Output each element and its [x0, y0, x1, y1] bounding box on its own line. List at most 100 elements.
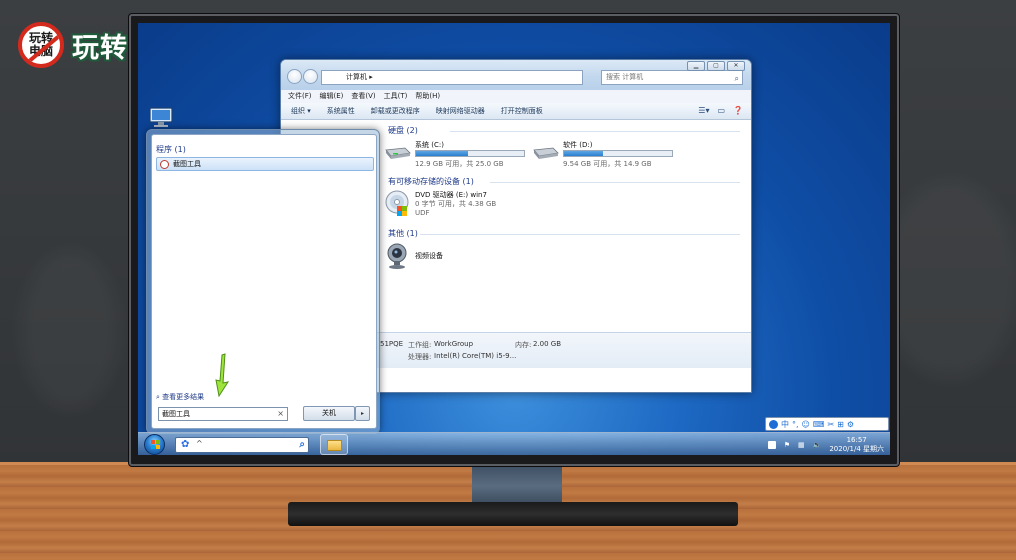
cmd-right-tools: ☰▾ ▭ ❓ — [698, 106, 743, 116]
folder-icon — [327, 440, 342, 451]
search-icon[interactable]: ⌕ — [299, 439, 305, 450]
start-button[interactable] — [144, 434, 165, 455]
computer-desktop-icon[interactable] — [147, 107, 175, 129]
group-divider — [490, 182, 740, 183]
window-controls: ▁ ▢ ✕ — [687, 61, 745, 71]
clock[interactable]: 16:57 2020/1/4 星期六 — [829, 436, 884, 454]
menu-tools[interactable]: 工具(T) — [384, 90, 408, 103]
workgroup-label: 工作组: — [408, 341, 432, 349]
start-menu[interactable]: 程序 (1) 截图工具 ⌕ 查看更多结果 截图工具 × 关机 ▸ — [146, 129, 380, 434]
green-arrow-annotation — [215, 353, 230, 397]
address-bar[interactable]: 计算机 ▸ — [321, 70, 583, 85]
group-divider — [450, 131, 740, 132]
cmd-system-properties[interactable]: 系统属性 — [327, 103, 355, 119]
clear-search-button[interactable]: × — [277, 408, 284, 420]
see-more-results-link[interactable]: ⌕ 查看更多结果 — [156, 392, 204, 402]
tray-network-icon[interactable]: ▦ — [798, 441, 805, 449]
program-item-snipping-tool[interactable]: 截图工具 — [156, 157, 374, 171]
drive-d-name: 软件 (D:) — [563, 141, 593, 149]
cmd-control-panel[interactable]: 打开控制面板 — [501, 103, 543, 119]
scene: 玩转 电脑 玩转电脑 计算机 ▸ 搜索 计算机 ⌕ ▁ ▢ ✕ 文件(F) 编辑… — [0, 0, 1016, 560]
see-more-label: 查看更多结果 — [162, 393, 205, 401]
command-bar: 组织 ▾ 系统属性 卸载或更改程序 映射网络驱动器 打开控制面板 ☰▾ ▭ ❓ — [281, 103, 751, 120]
desktop-screen: 计算机 ▸ 搜索 计算机 ⌕ ▁ ▢ ✕ 文件(F) 编辑(E) 查看(V) 工… — [138, 23, 890, 455]
memory-label: 内存: — [515, 341, 532, 349]
group-other: 其他 (1) — [388, 229, 418, 238]
taskbar: ✿ ^ ⌕ ⚑ ▦ 🔈 16:57 2020/1/4 星期六 — [138, 432, 890, 455]
menu-file[interactable]: 文件(F) — [288, 90, 312, 103]
hard-drive-icon — [533, 147, 559, 159]
drive-d-usage-fill — [564, 151, 603, 156]
group-divider — [420, 234, 740, 235]
address-text: 计算机 — [346, 73, 367, 81]
monitor-stand-neck — [472, 466, 562, 506]
hard-drive-icon — [385, 147, 411, 159]
tray-ime-icon[interactable] — [767, 440, 776, 449]
explorer-titlebar: 计算机 ▸ 搜索 计算机 ⌕ ▁ ▢ ✕ — [281, 60, 751, 90]
menu-view[interactable]: 查看(V) — [351, 90, 375, 103]
drive-c-free: 12.9 GB 可用，共 25.0 GB — [415, 160, 504, 168]
dvd-free: 0 字节 可用，共 4.38 GB — [415, 200, 497, 208]
group-removable: 有可移动存储的设备 (1) — [388, 177, 474, 186]
workgroup-value: WorkGroup — [434, 340, 474, 348]
close-button[interactable]: ✕ — [727, 61, 745, 71]
dvd-drive-icon — [385, 190, 409, 216]
grid-icon[interactable]: ⊞ — [837, 420, 844, 429]
search-caret: ^ — [196, 439, 203, 448]
view-options-icon[interactable]: ☰▾ — [698, 106, 709, 116]
monitor: 计算机 ▸ 搜索 计算机 ⌕ ▁ ▢ ✕ 文件(F) 编辑(E) 查看(V) 工… — [129, 14, 899, 466]
keyboard-icon[interactable]: ⌨ — [813, 420, 825, 429]
start-search-value: 截图工具 — [162, 410, 190, 418]
clock-date: 2020/1/4 星期六 — [829, 444, 884, 453]
explorer-content: 硬盘 (2) 系统 (C:) 12.9 GB 可用，共 25.0 GB 软件 (… — [380, 120, 751, 332]
tray-flag-icon[interactable]: ⚑ — [784, 441, 790, 449]
scissors-icon — [160, 160, 169, 169]
processor-value: Intel(R) Core(TM) i5-9... — [434, 352, 517, 360]
ime-punct-icon[interactable]: °, — [792, 420, 799, 429]
baidu-paw-icon: ✿ — [181, 439, 190, 450]
cmd-map-drive[interactable]: 映射网络驱动器 — [436, 103, 485, 119]
clock-time: 16:57 — [846, 435, 867, 444]
preview-pane-icon[interactable]: ▭ — [717, 106, 725, 116]
tray-volume-icon[interactable]: 🔈 — [813, 441, 822, 449]
start-search-input[interactable]: 截图工具 × — [158, 407, 288, 421]
search-icon[interactable]: ⌕ — [735, 72, 739, 85]
system-tray: ⚑ ▦ 🔈 16:57 2020/1/4 星期六 — [767, 433, 884, 455]
ime-toolbar[interactable]: 中 °, ☺ ⌨ ✂ ⊞ ⚙ — [765, 417, 889, 431]
explorer-search-placeholder: 搜索 计算机 — [606, 73, 644, 81]
cmd-organize[interactable]: 组织 ▾ — [291, 103, 311, 119]
drive-d-free: 9.54 GB 可用，共 14.9 GB — [563, 160, 652, 168]
drive-d-usage-bar — [563, 150, 673, 157]
shutdown-button[interactable]: 关机 — [303, 406, 355, 421]
explorer-search-input[interactable]: 搜索 计算机 ⌕ — [601, 70, 743, 85]
drive-c-usage-bar — [415, 150, 525, 157]
camera-name: 视频设备 — [415, 252, 443, 260]
forward-button[interactable] — [303, 69, 318, 84]
drive-c-name: 系统 (C:) — [415, 141, 444, 149]
ime-lang[interactable]: 中 — [781, 419, 789, 430]
help-icon[interactable]: ❓ — [733, 106, 743, 116]
logo-badge: 玩转 电脑 — [18, 22, 64, 68]
scissors-icon[interactable]: ✂ — [827, 420, 834, 429]
emoji-icon[interactable]: ☺ — [802, 420, 810, 429]
ime-logo-icon — [769, 419, 778, 429]
logo-badge-bottom: 电脑 — [28, 44, 53, 58]
webcam-icon — [387, 243, 407, 269]
menu-help[interactable]: 帮助(H) — [415, 90, 440, 103]
start-menu-results: 程序 (1) 截图工具 ⌕ 查看更多结果 截图工具 × 关机 ▸ — [151, 134, 377, 429]
monitor-stand-base — [288, 502, 738, 526]
back-button[interactable] — [287, 69, 302, 84]
menu-bar: 文件(F) 编辑(E) 查看(V) 工具(T) 帮助(H) — [281, 90, 751, 103]
programs-header: 程序 (1) — [156, 145, 186, 154]
settings-icon[interactable]: ⚙ — [847, 420, 854, 429]
minimize-button[interactable]: ▁ — [687, 61, 705, 71]
taskbar-search-box[interactable]: ✿ ^ ⌕ — [175, 437, 309, 453]
dvd-fs: UDF — [415, 209, 430, 217]
computer-name-partial: 51PQE — [380, 340, 404, 348]
cmd-uninstall[interactable]: 卸载或更改程序 — [371, 103, 420, 119]
maximize-button[interactable]: ▢ — [707, 61, 725, 71]
shutdown-options-button[interactable]: ▸ — [355, 406, 370, 421]
menu-edit[interactable]: 编辑(E) — [320, 90, 344, 103]
taskbar-explorer-button[interactable] — [320, 434, 348, 455]
address-arrow: ▸ — [369, 73, 373, 81]
